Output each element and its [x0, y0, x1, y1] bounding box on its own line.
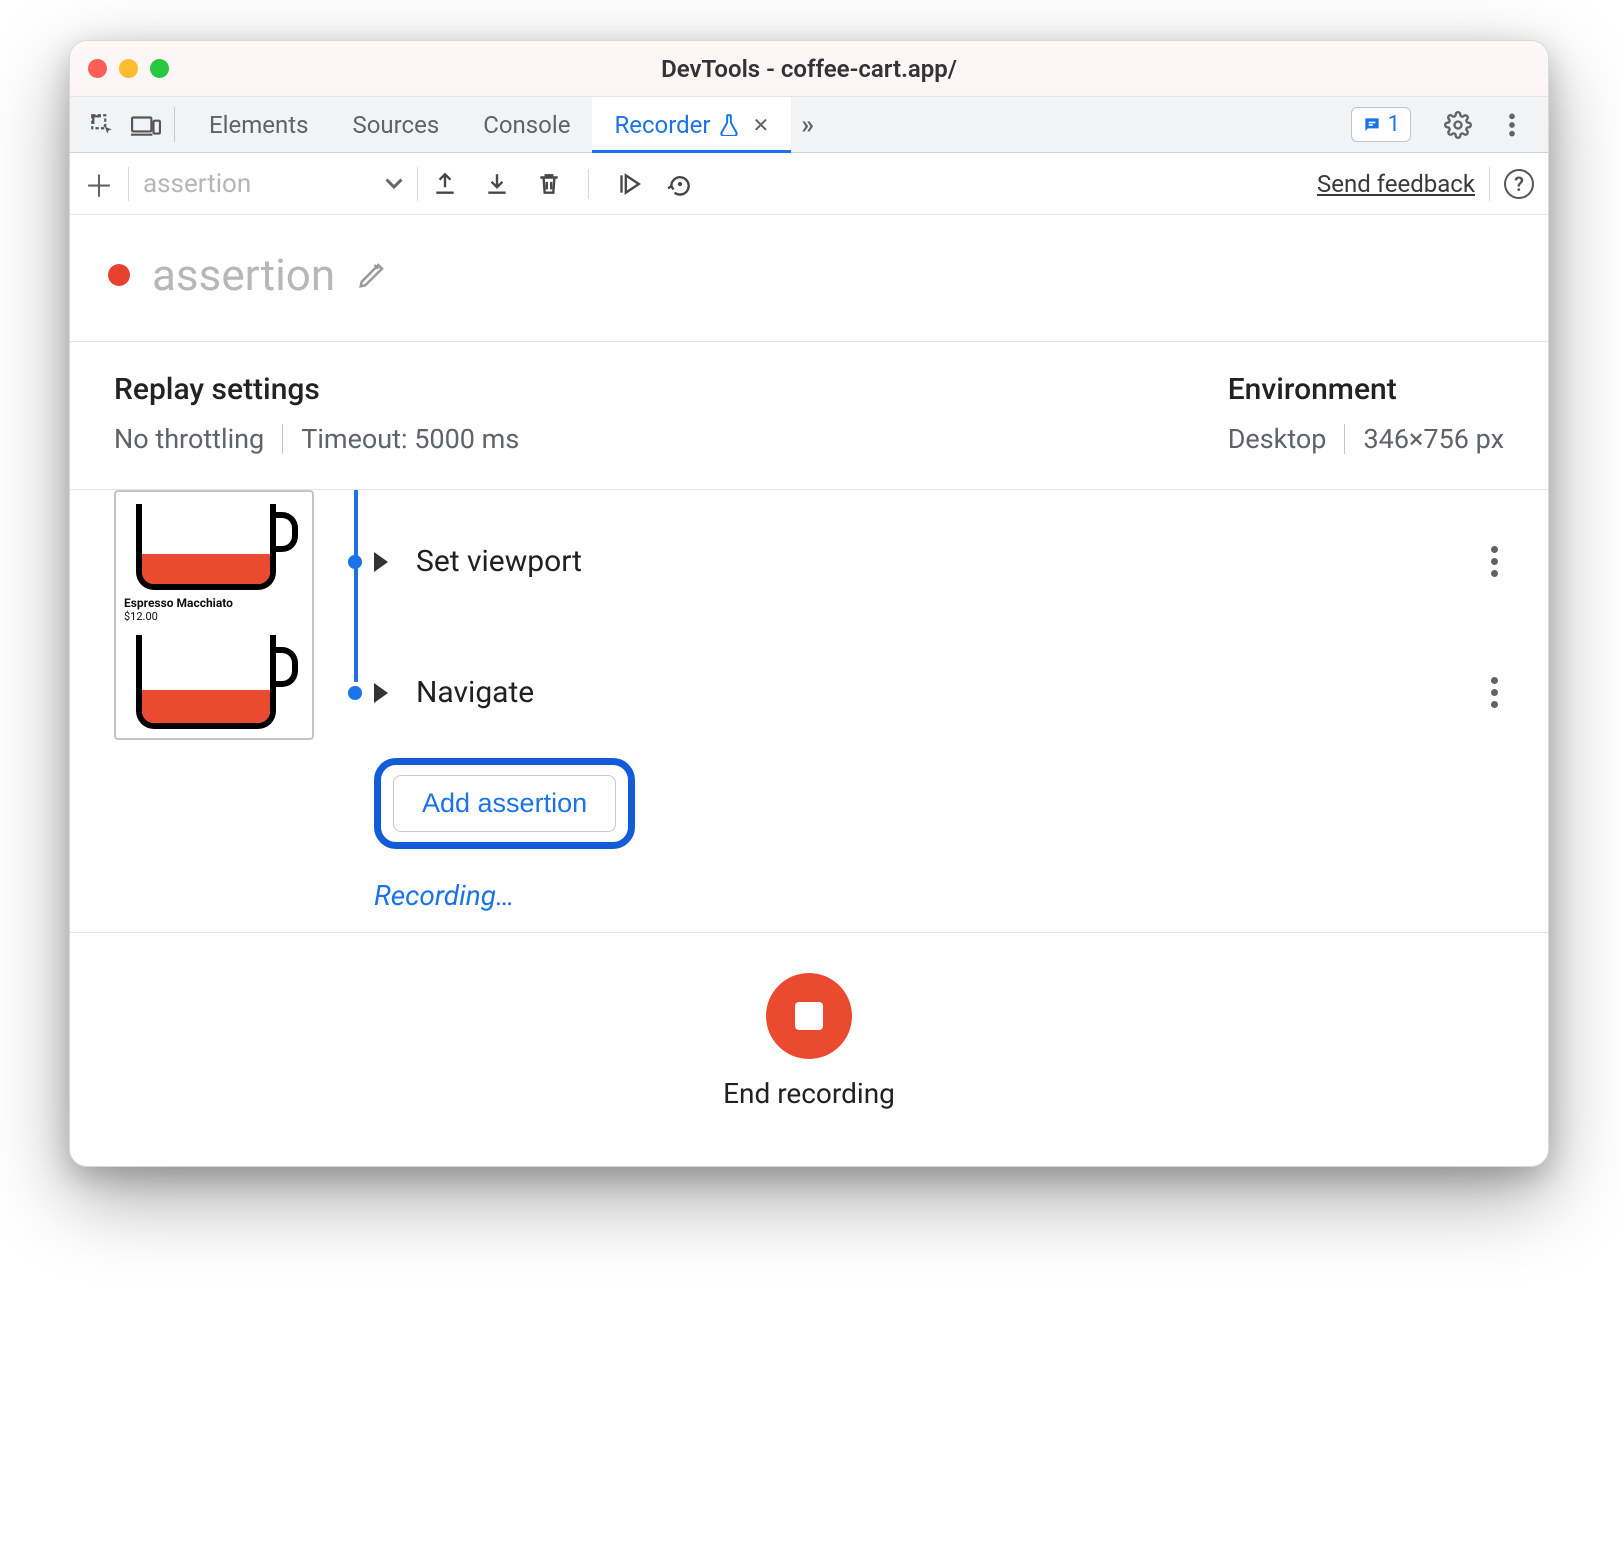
stop-icon — [795, 1002, 823, 1030]
timeline-rail — [354, 490, 358, 682]
devtools-window: DevTools - coffee-cart.app/ Elements Sou… — [69, 40, 1549, 1167]
timeout-value[interactable]: Timeout: 5000 ms — [301, 423, 519, 455]
environment-viewport: 346×756 px — [1363, 423, 1504, 455]
settings-icon[interactable] — [1436, 111, 1480, 139]
tab-sources[interactable]: Sources — [330, 97, 461, 152]
recorder-footer: End recording — [70, 932, 1548, 1166]
timeline-node-icon — [348, 686, 362, 700]
end-recording-button[interactable] — [766, 973, 852, 1059]
titlebar: DevTools - coffee-cart.app/ — [70, 41, 1548, 97]
recording-name: assertion — [152, 249, 335, 301]
export-icon[interactable] — [432, 171, 458, 197]
end-recording-label: End recording — [723, 1077, 895, 1110]
thumb-item-name: Espresso Macchiato — [124, 596, 304, 610]
recorder-body: ESPRESSO Espresso Macchiato $12.00 Set v… — [70, 490, 1548, 932]
devtools-tabstrip: Elements Sources Console Recorder ✕ » 1 — [70, 97, 1548, 153]
step-menu-button[interactable] — [1491, 677, 1504, 708]
delete-icon[interactable] — [536, 171, 562, 197]
help-icon[interactable]: ? — [1504, 169, 1534, 199]
thumb-cup-label: ESPRESSO — [142, 572, 270, 579]
expand-triangle-icon[interactable] — [374, 683, 388, 703]
replay-settings-heading: Replay settings — [114, 372, 519, 407]
recording-header: assertion — [70, 215, 1548, 342]
chevron-down-icon — [385, 178, 403, 190]
tab-label: Recorder — [614, 111, 710, 139]
zoom-window-button[interactable] — [150, 59, 169, 78]
minimize-window-button[interactable] — [119, 59, 138, 78]
close-tab-icon[interactable]: ✕ — [753, 113, 770, 137]
step-set-viewport[interactable]: Set viewport — [374, 526, 1504, 597]
window-controls — [88, 59, 169, 78]
device-toolbar-icon[interactable] — [124, 97, 168, 152]
step-label: Set viewport — [416, 544, 582, 579]
recording-indicator-icon — [108, 264, 130, 286]
separator — [174, 107, 175, 142]
recording-status-text: Recording… — [374, 879, 1504, 912]
tab-elements[interactable]: Elements — [187, 97, 330, 152]
expand-triangle-icon[interactable] — [374, 552, 388, 572]
recorder-toolbar: ＋ assertion Send feedback ? — [70, 153, 1548, 215]
throttling-value[interactable]: No throttling — [114, 423, 264, 455]
step-menu-button[interactable] — [1491, 546, 1504, 577]
thumb-item-price: $12.00 — [124, 610, 304, 623]
separator — [128, 167, 129, 201]
more-tabs-button[interactable]: » — [791, 97, 824, 152]
tab-label: Console — [483, 111, 570, 139]
import-icon[interactable] — [484, 171, 510, 197]
recording-selector[interactable]: assertion — [143, 169, 403, 199]
separator — [1344, 424, 1345, 454]
close-window-button[interactable] — [88, 59, 107, 78]
step-navigate[interactable]: Navigate — [374, 657, 1504, 728]
flask-icon — [719, 114, 739, 136]
environment-device: Desktop — [1228, 423, 1327, 455]
inspect-element-icon[interactable] — [80, 97, 124, 152]
issues-count: 1 — [1388, 112, 1400, 137]
replay-icon[interactable] — [615, 171, 641, 197]
timeline-node-icon — [348, 555, 362, 569]
environment-heading: Environment — [1228, 372, 1504, 407]
tab-console[interactable]: Console — [461, 97, 592, 152]
step-label: Navigate — [416, 675, 534, 710]
separator — [588, 169, 589, 199]
separator — [282, 424, 283, 454]
tab-label: Elements — [209, 111, 308, 139]
window-title: DevTools - coffee-cart.app/ — [70, 55, 1548, 83]
add-assertion-button[interactable]: Add assertion — [393, 775, 616, 832]
send-feedback-link[interactable]: Send feedback — [1317, 170, 1475, 198]
tab-label: Sources — [352, 111, 439, 139]
performance-replay-icon[interactable] — [667, 171, 693, 197]
kebab-menu-icon[interactable] — [1490, 112, 1534, 138]
recording-selector-value: assertion — [143, 169, 251, 199]
tab-recorder[interactable]: Recorder ✕ — [592, 97, 791, 152]
new-recording-button[interactable]: ＋ — [84, 162, 114, 206]
steps-timeline: Set viewport Navigate Add assertion Reco… — [314, 490, 1504, 932]
separator — [417, 167, 418, 201]
page-thumbnail: ESPRESSO Espresso Macchiato $12.00 — [114, 490, 314, 740]
edit-name-icon[interactable] — [357, 260, 387, 290]
separator — [1489, 167, 1490, 201]
add-assertion-highlight: Add assertion — [374, 758, 635, 849]
issues-badge[interactable]: 1 — [1351, 107, 1411, 142]
settings-bar: Replay settings No throttling Timeout: 5… — [70, 342, 1548, 490]
